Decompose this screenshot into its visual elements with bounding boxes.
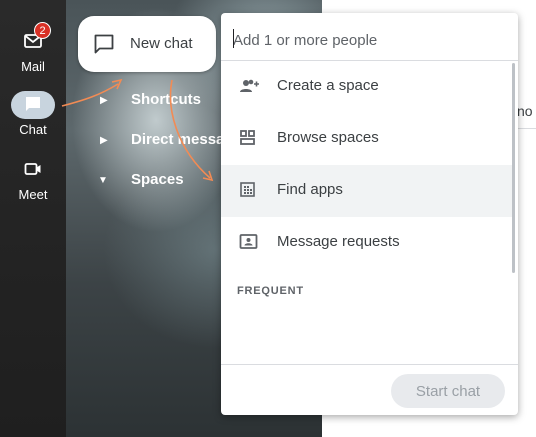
caret-right-icon[interactable]: ▶: [100, 135, 108, 146]
rail-label-chat: Chat: [19, 122, 47, 137]
message-request-icon: [239, 234, 258, 249]
menu-item-label: Message requests: [277, 233, 400, 250]
divider: [517, 128, 536, 129]
caret-down-icon[interactable]: ▼: [98, 175, 108, 186]
menu-item-label: Browse spaces: [277, 129, 379, 146]
menu-item-label: Create a space: [277, 77, 379, 94]
nav-spaces[interactable]: Spaces: [131, 171, 184, 188]
add-people-icon: [240, 79, 259, 92]
new-chat-dropdown: Create a space Browse spaces Find apps: [221, 13, 518, 415]
app-rail: Mail 2 Chat Meet: [0, 0, 66, 437]
browse-icon: [240, 130, 255, 145]
text-cursor: [233, 29, 234, 48]
divider: [221, 364, 518, 365]
caret-right-icon[interactable]: ▶: [100, 95, 108, 106]
apps-grid-icon: [240, 182, 255, 197]
menu-item-create-space[interactable]: Create a space: [221, 61, 512, 113]
video-icon: [13, 156, 53, 184]
menu-item-browse-spaces[interactable]: Browse spaces: [221, 113, 512, 165]
menu-item-message-requests[interactable]: Message requests: [221, 217, 512, 269]
start-chat-button[interactable]: Start chat: [391, 374, 505, 408]
chat-icon: [11, 91, 55, 119]
section-header-frequent: FREQUENT: [237, 285, 304, 297]
new-chat-icon: [94, 34, 114, 54]
nav-shortcuts[interactable]: Shortcuts: [131, 91, 201, 108]
people-search-input[interactable]: [233, 29, 503, 51]
menu-item-find-apps[interactable]: Find apps: [221, 165, 512, 217]
rail-label-meet: Meet: [18, 187, 48, 202]
partial-text: no: [517, 103, 533, 119]
unread-badge: 2: [34, 22, 51, 39]
scrollbar[interactable]: [512, 63, 515, 273]
rail-item-chat[interactable]: Chat: [0, 91, 66, 137]
rail-item-mail[interactable]: Mail: [0, 28, 66, 74]
new-chat-label: New chat: [130, 35, 193, 52]
rail-item-meet[interactable]: Meet: [0, 156, 66, 202]
new-chat-button[interactable]: New chat: [78, 16, 216, 72]
menu-item-label: Find apps: [277, 181, 343, 198]
rail-label-mail: Mail: [21, 59, 45, 74]
nav-direct-messages[interactable]: Direct messages: [131, 131, 221, 148]
